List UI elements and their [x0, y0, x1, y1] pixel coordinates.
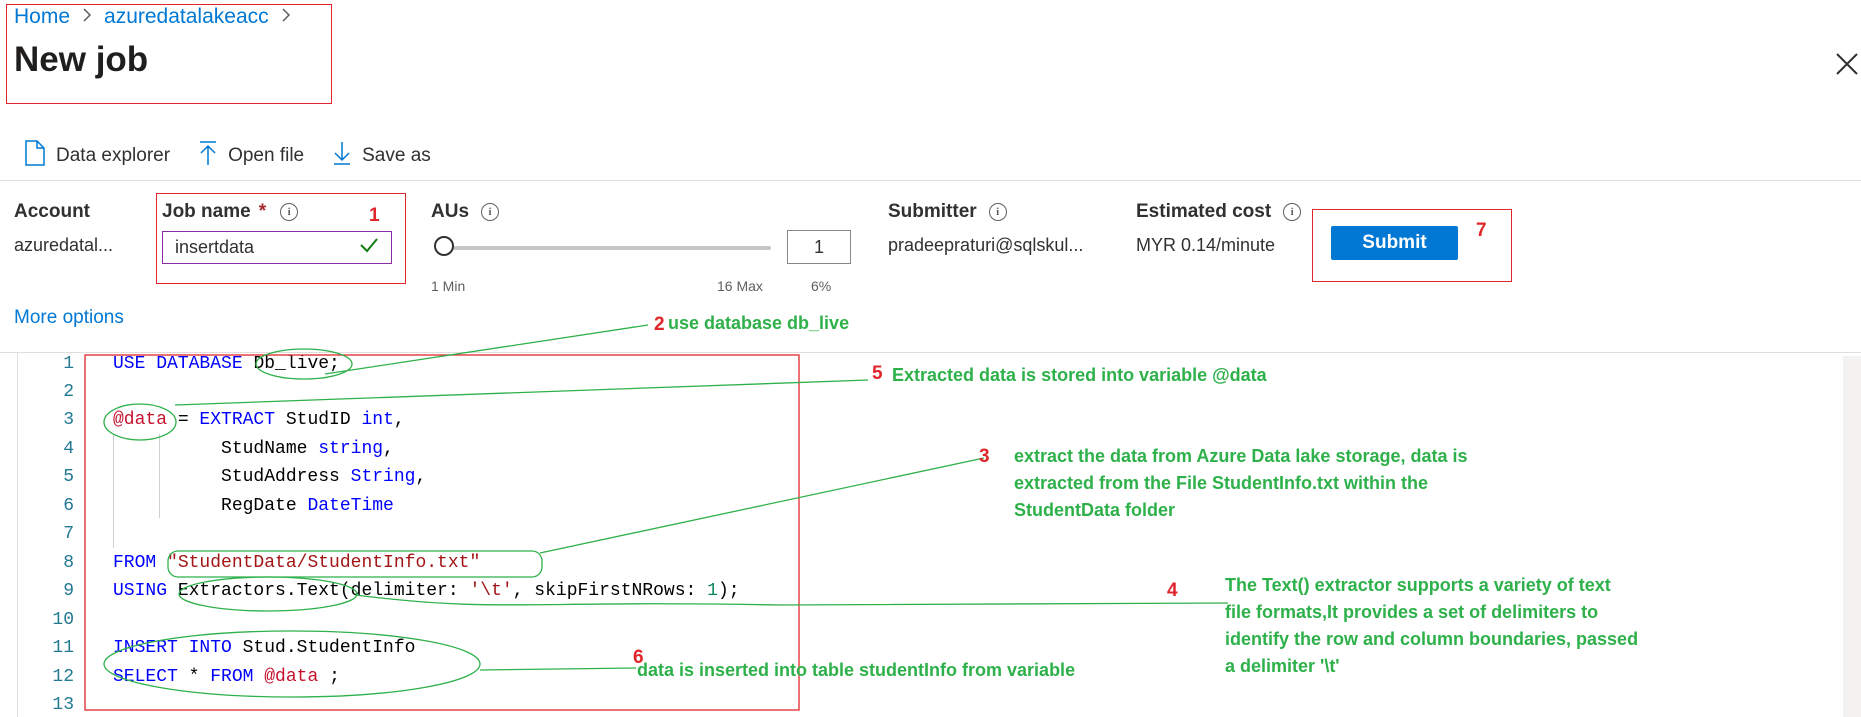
data-variable-ellipse [103, 403, 177, 441]
from-path-ellipse [167, 550, 543, 578]
insert-select-ellipse [103, 630, 481, 698]
annotation-note-3: extract the data from Azure Data lake st… [1014, 443, 1468, 524]
annotation-note-4: The Text() extractor supports a variety … [1225, 572, 1638, 680]
annotation-note-6: data is inserted into table studentInfo … [637, 660, 1076, 680]
annotation-note-4-line: The Text() extractor supports a variety … [1225, 575, 1611, 595]
annotation-3-connector [539, 457, 985, 554]
annotation-note-2: use database db_live [668, 313, 850, 333]
annotation-number-2: 2 [654, 314, 665, 335]
extractor-ellipse [178, 576, 358, 612]
annotation-number-3: 3 [979, 446, 990, 467]
annotation-note-3-line: extract the data from Azure Data lake st… [1014, 446, 1468, 466]
annotation-6-connector [479, 667, 637, 671]
annotation-5-connector [174, 379, 869, 406]
annotation-number-5: 5 [872, 363, 883, 384]
annotation-2-connector [324, 324, 649, 375]
annotation-note-4-line: file formats,It provides a set of delimi… [1225, 602, 1599, 622]
annotation-note-5: Extracted data is stored into variable @… [892, 365, 1267, 385]
annotation-note-4-line: a delimiter '\t' [1225, 656, 1340, 676]
annotation-note-3-line: extracted from the File StudentInfo.txt … [1014, 473, 1429, 493]
db-live-ellipse [255, 348, 353, 380]
annotation-4-connector [354, 594, 1229, 606]
annotation-note-4-line: identify the row and column boundaries, … [1225, 629, 1639, 649]
annotation-number-4: 4 [1167, 580, 1178, 601]
annotation-note-3-line: StudentData folder [1014, 500, 1176, 520]
